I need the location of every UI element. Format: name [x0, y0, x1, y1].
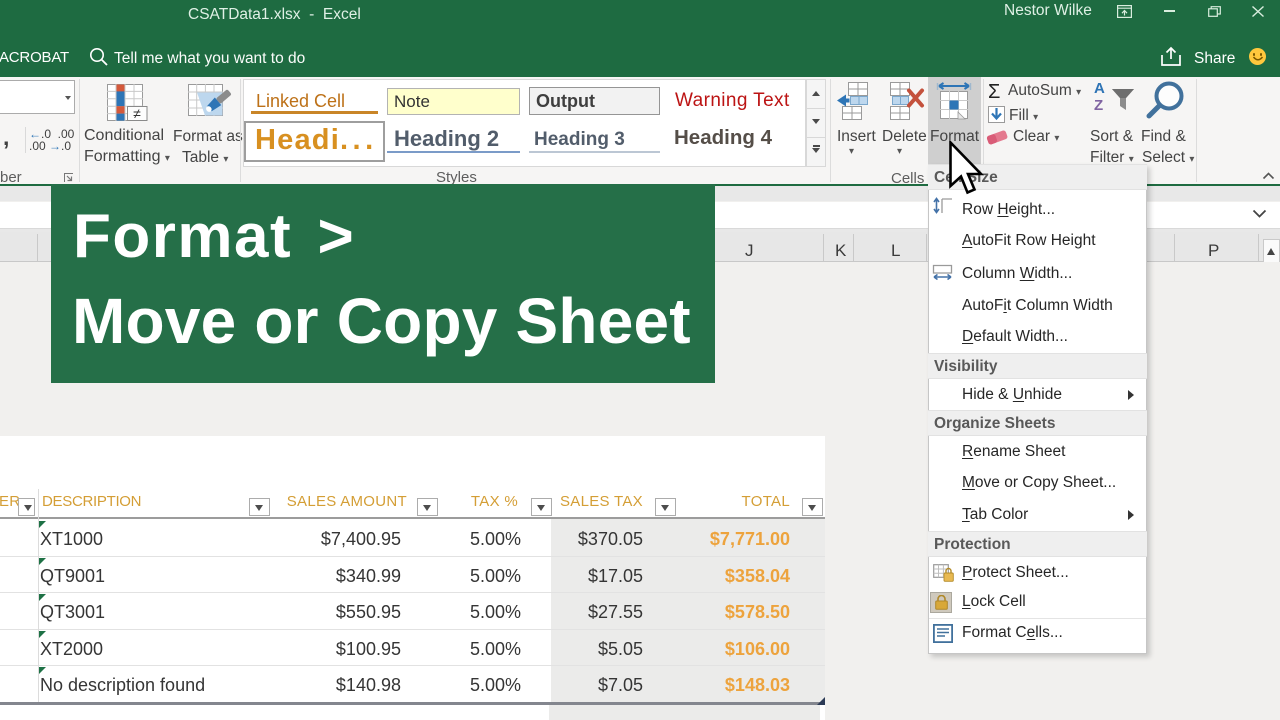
- svg-text:≠: ≠: [133, 106, 141, 122]
